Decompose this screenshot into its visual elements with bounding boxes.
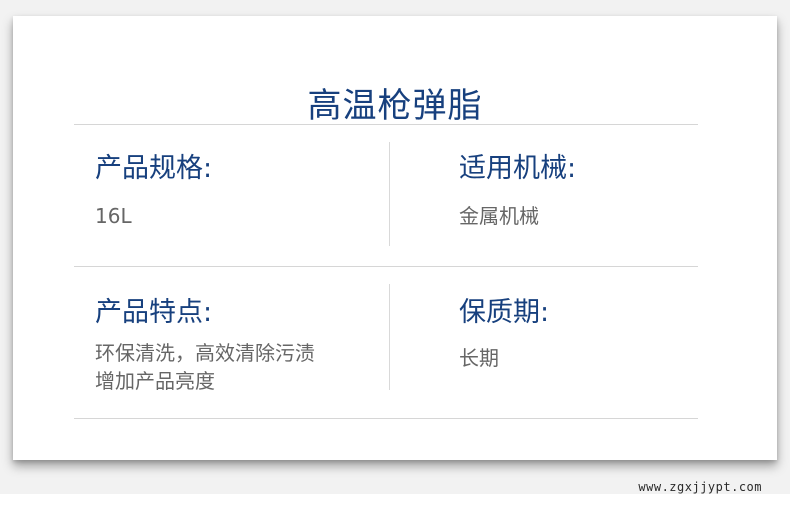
footer-strip xyxy=(0,494,790,509)
site-watermark: www.zgxjjypt.com xyxy=(638,480,762,494)
spec-label-features: 产品特点: xyxy=(95,297,213,328)
divider-middle xyxy=(74,266,698,267)
spec-label-specification: 产品规格: xyxy=(95,153,213,184)
column-divider-row-1 xyxy=(389,142,390,246)
spec-value-applicable-machinery: 金属机械 xyxy=(459,204,539,228)
spec-label-shelf-life: 保质期: xyxy=(459,297,550,328)
spec-value-shelf-life: 长期 xyxy=(459,346,499,370)
spec-value-features: 环保清洗，高效清除污渍 增加产品亮度 xyxy=(95,341,315,393)
product-title: 高温枪弹脂 xyxy=(307,86,483,126)
spec-value-specification: 16L xyxy=(95,204,132,228)
column-divider-row-2 xyxy=(389,284,390,390)
product-info-card: 高温枪弹脂 产品规格: 16L 适用机械: 金属机械 产品特点: 环保清洗，高效… xyxy=(13,16,777,460)
divider-bottom xyxy=(74,418,698,419)
divider-top xyxy=(74,124,698,125)
spec-label-applicable-machinery: 适用机械: xyxy=(459,153,577,184)
